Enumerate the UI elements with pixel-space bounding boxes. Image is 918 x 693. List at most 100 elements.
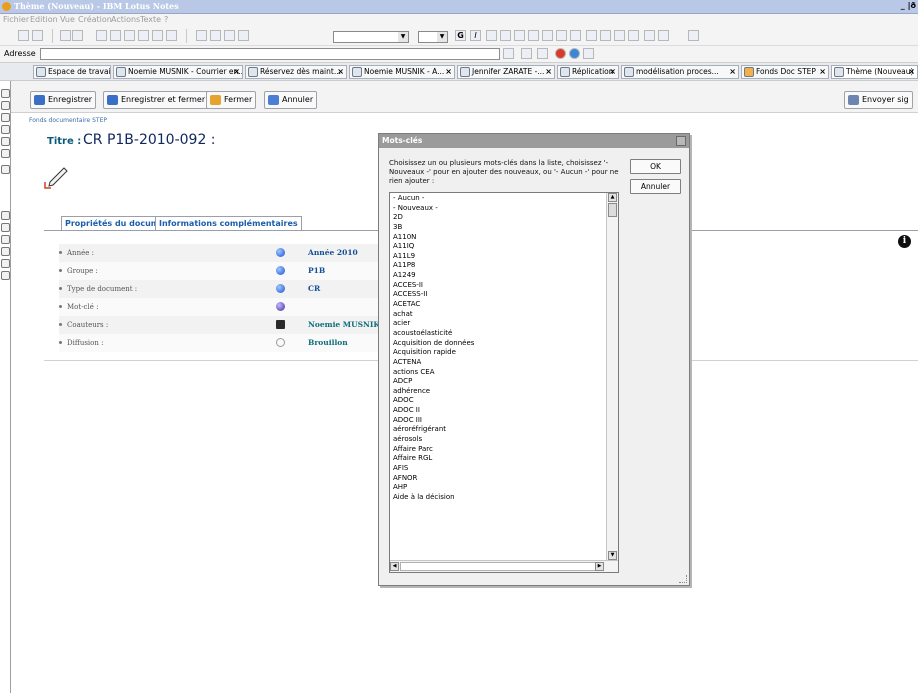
list-item[interactable]: achat [393,310,603,320]
send-button[interactable]: Envoyer sig [844,91,913,109]
list-item[interactable]: Acquisition rapide [393,348,603,358]
copy-icon[interactable] [96,30,107,41]
tab-espace-de-travail[interactable]: Espace de travail [33,65,111,79]
paste-icon[interactable] [110,30,121,41]
list-item[interactable]: aéroréfrigérant [393,425,603,435]
print-icon[interactable] [60,30,71,41]
tab-fonds-doc-step[interactable]: Fonds Doc STEP × [741,65,829,79]
find-icon[interactable] [644,30,655,41]
save-and-close-button[interactable]: Enregistrer et fermer [103,91,210,109]
close-icon[interactable]: × [233,66,240,78]
stop-icon[interactable] [555,48,566,59]
link-icon[interactable] [614,30,625,41]
cancel-button[interactable]: Annuler [264,91,318,109]
list-item[interactable]: Acquisition de données [393,339,603,349]
border-icon[interactable] [600,30,611,41]
forward-icon[interactable] [32,30,43,41]
people-icon[interactable] [276,320,285,329]
menu-fichier[interactable]: Fichier [3,15,29,24]
scroll-thumb[interactable] [608,203,617,217]
paste-special-icon[interactable] [238,30,249,41]
close-icon[interactable]: × [819,66,826,78]
list-item[interactable]: A11L9 [393,252,603,262]
list-item[interactable]: A11P8 [393,261,603,271]
close-icon[interactable]: × [609,66,616,78]
close-icon[interactable]: × [337,66,344,78]
list-item[interactable]: aérosols [393,435,603,445]
scroll-thumb[interactable] [400,562,600,571]
bookmark6-icon[interactable] [1,271,10,280]
replication-icon[interactable] [1,149,10,158]
text-color-icon[interactable] [586,30,597,41]
favorites-icon[interactable] [1,165,10,174]
contacts-icon[interactable] [1,125,10,134]
list-item[interactable]: ACCES-II [393,281,603,291]
vertical-scrollbar[interactable]: ▲ ▼ [606,193,618,560]
attach-icon[interactable] [138,30,149,41]
list-item[interactable]: ADOC [393,396,603,406]
keywords-listbox[interactable]: - Aucun - - Nouveaux - 2D 3B A110N A11IQ… [389,192,619,573]
home-icon[interactable] [1,89,10,98]
cut-icon[interactable] [196,30,207,41]
nav-forward-icon[interactable] [537,48,548,59]
align-left-icon[interactable] [500,30,511,41]
indent-icon[interactable] [556,30,567,41]
close-button[interactable]: Fermer [206,91,257,109]
list-item[interactable]: 3B [393,223,603,233]
list-item[interactable]: A1249 [393,271,603,281]
tab-replication[interactable]: Réplication × [557,65,619,79]
save-icon[interactable] [72,30,83,41]
list-item[interactable]: A11IQ [393,242,603,252]
bookmark4-icon[interactable] [1,247,10,256]
menu-help[interactable]: ? [164,15,168,24]
numbering-icon[interactable] [542,30,553,41]
refresh-icon[interactable] [569,48,580,59]
back-icon[interactable] [18,30,29,41]
tab-additional-info[interactable]: Informations complémentaires [155,216,302,231]
close-icon[interactable]: × [729,66,736,78]
tab-theme-nouveau[interactable]: Thème (Nouveau) × [831,65,918,79]
list-item[interactable]: actions CEA [393,368,603,378]
bold-icon[interactable]: G [455,30,466,41]
close-icon[interactable]: × [445,66,452,78]
list-item[interactable]: AFNOR [393,474,603,484]
menu-edition[interactable]: Edition [30,15,58,24]
calendar-icon[interactable] [1,113,10,122]
horizontal-scrollbar[interactable]: ◀ ▶ [390,560,618,572]
blue-globe-icon[interactable] [276,248,285,257]
tab-jennifer[interactable]: Jennifer ZARATE -... × [457,65,555,79]
search-icon[interactable] [583,48,594,59]
outdent-icon[interactable] [570,30,581,41]
pencil-icon[interactable] [42,162,72,192]
list-item[interactable]: ACCESS-II [393,290,603,300]
info-icon[interactable]: i [898,235,911,248]
table-icon[interactable] [628,30,639,41]
menu-texte[interactable]: Texte [140,15,161,24]
list-item[interactable]: Aide à la décision [393,493,603,503]
highlight-icon[interactable] [486,30,497,41]
list-item[interactable]: - Aucun - [393,194,603,204]
scroll-down-icon[interactable]: ▼ [608,551,617,560]
tab-courrier[interactable]: Noemie MUSNIK - Courrier en... × [113,65,243,79]
scroll-right-icon[interactable]: ▶ [595,562,604,571]
todo-icon[interactable] [1,137,10,146]
ok-button[interactable]: OK [630,159,681,174]
address-dropdown-icon[interactable] [503,48,514,59]
user-icon[interactable] [152,30,163,41]
bookmark2-icon[interactable] [1,223,10,232]
properties-icon[interactable] [688,30,699,41]
save-button[interactable]: Enregistrer [30,91,97,109]
nav-back-icon[interactable] [521,48,532,59]
refresh-icon[interactable] [276,338,285,347]
purple-globe-icon[interactable] [276,302,285,311]
copy2-icon[interactable] [210,30,221,41]
close-icon[interactable] [676,136,686,146]
list-item[interactable]: ADOC III [393,416,603,426]
list-item[interactable]: ACTENA [393,358,603,368]
font-size-combo[interactable]: ▼ [418,31,448,43]
list-item[interactable]: ADCP [393,377,603,387]
style-combo[interactable]: ▼ [333,31,409,43]
bookmark1-icon[interactable] [1,211,10,220]
address-input[interactable] [40,48,500,60]
tab-modelisation[interactable]: modélisation proces... × [621,65,739,79]
